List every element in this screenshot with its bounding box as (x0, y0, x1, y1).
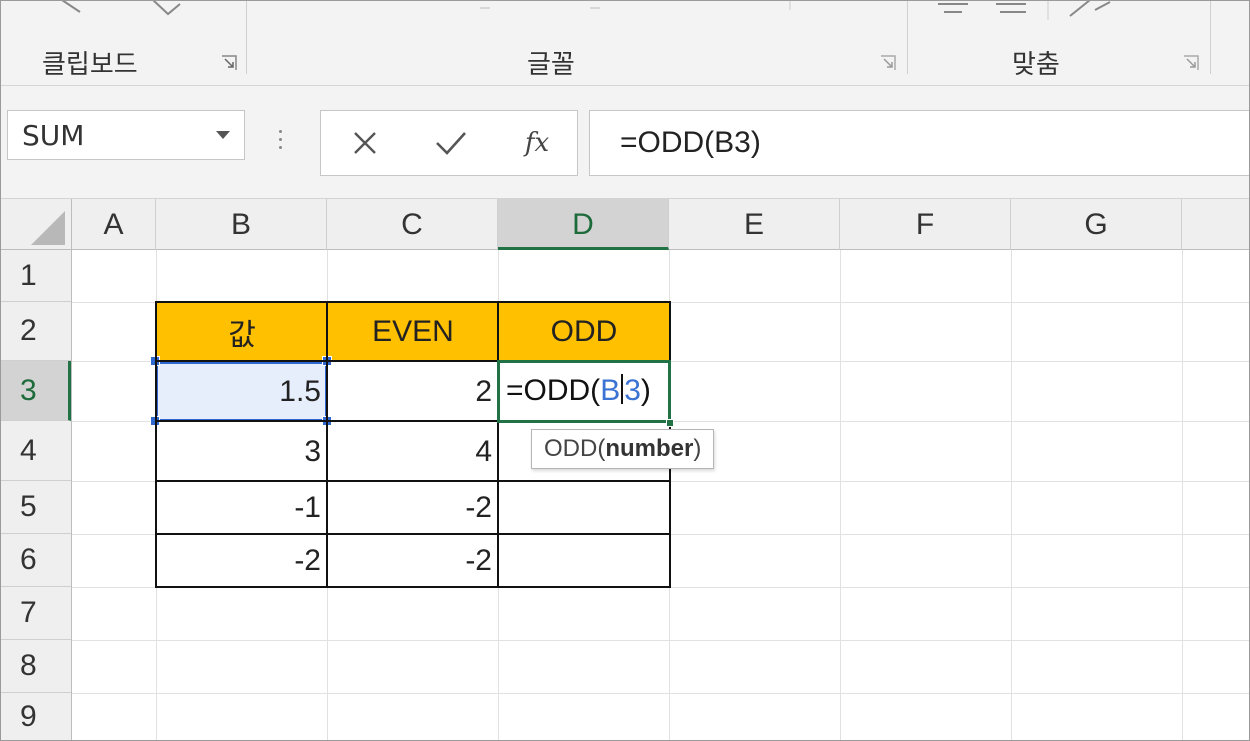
gridline (840, 250, 841, 741)
table-border (155, 301, 157, 588)
clipboard-group: 클립보드 (0, 0, 246, 86)
fill-handle[interactable] (666, 419, 674, 427)
column-header-row: A B C D E F G (0, 198, 1250, 251)
row-header-4[interactable]: 4 (0, 421, 71, 481)
cell-d2-header[interactable]: ODD (499, 303, 669, 361)
row-header-5[interactable]: 5 (0, 481, 71, 534)
table-border (155, 533, 671, 535)
row-header-1[interactable]: 1 (0, 250, 71, 302)
cell-c2-header[interactable]: EVEN (328, 303, 498, 361)
cell-c6[interactable]: -2 (328, 535, 498, 587)
column-header-c[interactable]: C (327, 199, 498, 250)
row-header-2[interactable]: 2 (0, 302, 71, 361)
cell-c4[interactable]: 4 (328, 422, 498, 481)
row-header-8[interactable]: 8 (0, 640, 71, 693)
font-launcher-icon[interactable] (879, 54, 897, 72)
column-header-a[interactable]: A (72, 199, 156, 250)
tooltip-function-name: ODD( (544, 435, 606, 462)
ribbon-separator (1210, 0, 1211, 74)
gridline (72, 640, 1250, 641)
table-border (155, 301, 671, 303)
row-header-column: 1 2 3 4 5 6 7 8 9 (0, 250, 72, 741)
font-group: 글꼴 (247, 0, 907, 86)
cell-b2-header[interactable]: 값 (157, 303, 327, 361)
column-header-f[interactable]: F (840, 199, 1011, 250)
cell-b5[interactable]: -1 (157, 482, 327, 534)
table-border (326, 301, 328, 588)
font-group-label: 글꼴 (527, 50, 575, 80)
alignment-group-label: 맞춤 (1012, 50, 1060, 80)
formula-reference-col: B (600, 374, 621, 407)
alignment-launcher-icon[interactable] (1182, 54, 1200, 72)
cell-b3[interactable]: 1.5 (157, 362, 327, 421)
insert-function-button[interactable]: fx (507, 121, 567, 165)
formula-suffix: ) (640, 374, 651, 407)
formula-buttons: fx (320, 110, 578, 176)
column-header-d[interactable]: D (498, 199, 669, 250)
column-header-g[interactable]: G (1011, 199, 1182, 250)
table-border (497, 301, 499, 588)
drag-handle-icon[interactable] (279, 130, 283, 152)
formula-bar-row: SUM fx =ODD(B3) (0, 86, 1250, 198)
close-icon (354, 132, 376, 154)
enter-button[interactable] (421, 121, 481, 165)
row-header-6[interactable]: 6 (0, 534, 71, 587)
column-header-b[interactable]: B (156, 199, 327, 250)
formula-input[interactable]: =ODD(B3) (589, 110, 1250, 176)
table-border (155, 480, 671, 482)
tooltip-close-paren: ) (693, 435, 702, 462)
gridline (1011, 250, 1012, 741)
table-border (155, 586, 671, 588)
gridline (1182, 250, 1183, 741)
function-tooltip[interactable]: ODD(number) (531, 429, 715, 469)
check-icon (436, 132, 466, 155)
row-header-3[interactable]: 3 (0, 361, 71, 421)
formula-text: =ODD(B3) (620, 126, 761, 159)
cancel-button[interactable] (335, 121, 395, 165)
chevron-down-icon[interactable] (216, 131, 230, 139)
select-all-button[interactable] (0, 199, 72, 251)
cell-d3-edit-text[interactable]: =ODD(B 3) (506, 374, 651, 408)
row-header-7[interactable]: 7 (0, 587, 71, 640)
clipboard-launcher-icon[interactable] (220, 54, 238, 72)
name-box-value: SUM (22, 119, 85, 152)
text-caret (621, 374, 624, 404)
gridline (72, 693, 1250, 694)
clipboard-group-label: 클립보드 (42, 50, 138, 80)
name-box[interactable]: SUM (7, 110, 245, 160)
cell-b6[interactable]: -2 (157, 535, 327, 587)
tooltip-argument[interactable]: number (605, 435, 693, 463)
cell-c5[interactable]: -2 (328, 482, 498, 534)
cell-b4[interactable]: 3 (157, 422, 327, 481)
ribbon: 클립보드 글꼴 맞춤 (0, 0, 1250, 86)
alignment-group: 맞춤 (908, 0, 1210, 86)
row-header-9[interactable]: 9 (0, 693, 71, 741)
column-header-e[interactable]: E (669, 199, 840, 250)
function-icon: fx (524, 128, 550, 158)
cell-c3[interactable]: 2 (328, 362, 498, 421)
worksheet-grid[interactable]: A B C D E F G 1 2 3 4 5 6 7 8 9 값 EVEN O… (0, 198, 1250, 741)
formula-reference-row: 3 (624, 374, 641, 407)
formula-prefix: =ODD( (506, 374, 601, 407)
